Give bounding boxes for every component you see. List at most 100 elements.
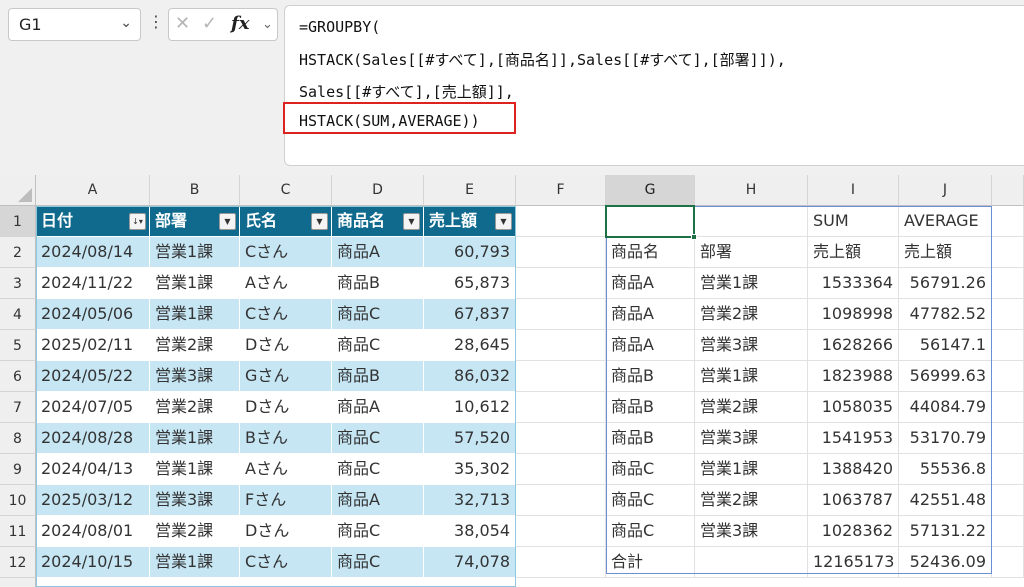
spill-cell[interactable]: 42551.48 <box>899 485 992 516</box>
spill-cell[interactable]: 部署 <box>695 237 808 268</box>
filter-dropdown-icon[interactable]: ▼ <box>403 213 420 230</box>
spill-cell[interactable]: 1028362 <box>808 516 899 547</box>
table-cell[interactable]: 商品A <box>332 237 424 268</box>
table-cell[interactable]: 86,032 <box>424 361 516 392</box>
spill-cell[interactable]: 営業2課 <box>695 299 808 330</box>
row-header-12[interactable]: 12 <box>0 547 36 578</box>
table-cell[interactable]: Dさん <box>240 516 332 547</box>
table-cell[interactable]: 商品C <box>332 330 424 361</box>
chevron-down-icon[interactable]: ⌄ <box>120 15 132 31</box>
spill-cell[interactable]: 売上額 <box>899 237 992 268</box>
table-cell[interactable]: Fさん <box>240 485 332 516</box>
empty-cell[interactable] <box>992 237 1024 268</box>
empty-cell[interactable] <box>992 423 1024 454</box>
table-cell[interactable]: 2024/05/06 <box>36 299 150 330</box>
empty-cell[interactable] <box>992 547 1024 578</box>
table-header-cell[interactable]: 売上額 ▼ <box>424 206 516 237</box>
sort-filter-icon[interactable]: ↓▾ <box>129 213 146 230</box>
table-cell[interactable]: 10,612 <box>424 392 516 423</box>
table-cell[interactable]: 商品C <box>332 454 424 485</box>
table-header-cell[interactable]: 日付 ↓▾ <box>36 206 150 237</box>
table-cell[interactable]: 営業2課 <box>150 516 240 547</box>
table-cell[interactable]: 商品A <box>332 485 424 516</box>
table-cell[interactable]: 65,873 <box>424 268 516 299</box>
spill-cell[interactable]: 55536.8 <box>899 454 992 485</box>
spill-cell[interactable]: 12165173 <box>808 547 899 578</box>
spill-cell[interactable]: 商品C <box>606 516 695 547</box>
table-cell[interactable]: Cさん <box>240 547 332 578</box>
empty-cell[interactable] <box>992 268 1024 299</box>
table-cell[interactable]: 営業1課 <box>150 268 240 299</box>
spill-cell[interactable]: 商品B <box>606 361 695 392</box>
column-header-h[interactable]: H <box>695 175 808 206</box>
table-cell[interactable]: 商品B <box>332 268 424 299</box>
spill-cell[interactable]: 営業3課 <box>695 516 808 547</box>
empty-cell[interactable] <box>516 237 606 268</box>
table-cell[interactable]: 28,645 <box>424 330 516 361</box>
table-cell[interactable]: 74,078 <box>424 547 516 578</box>
table-cell[interactable]: Cさん <box>240 237 332 268</box>
column-header-d[interactable]: D <box>332 175 424 206</box>
table-cell[interactable]: Cさん <box>240 299 332 330</box>
empty-cell[interactable] <box>992 299 1024 330</box>
table-cell[interactable]: 営業2課 <box>150 392 240 423</box>
empty-cell[interactable] <box>516 516 606 547</box>
table-cell[interactable] <box>332 578 424 587</box>
table-cell[interactable]: 商品B <box>332 361 424 392</box>
spill-cell[interactable]: 売上額 <box>808 237 899 268</box>
table-cell[interactable]: 2025/03/12 <box>36 485 150 516</box>
spill-cell[interactable]: 商品A <box>606 268 695 299</box>
empty-cell[interactable] <box>516 423 606 454</box>
empty-cell[interactable] <box>516 485 606 516</box>
table-cell[interactable]: 2024/07/05 <box>36 392 150 423</box>
table-cell[interactable] <box>240 578 332 587</box>
cancel-icon[interactable]: ✕ <box>175 13 190 34</box>
empty-cell[interactable] <box>516 361 606 392</box>
more-options-icon[interactable]: ⋮ <box>148 12 164 31</box>
table-cell[interactable]: 営業1課 <box>150 237 240 268</box>
column-header-extra[interactable] <box>992 175 1024 206</box>
row-header-8[interactable]: 8 <box>0 423 36 454</box>
table-cell[interactable]: Dさん <box>240 330 332 361</box>
empty-cell[interactable] <box>992 330 1024 361</box>
table-cell[interactable]: 営業1課 <box>150 423 240 454</box>
table-cell[interactable]: 商品C <box>332 423 424 454</box>
spill-cell[interactable]: 営業1課 <box>695 454 808 485</box>
column-header-e[interactable]: E <box>424 175 516 206</box>
row-header-4[interactable]: 4 <box>0 299 36 330</box>
empty-cell[interactable] <box>516 268 606 299</box>
spill-cell[interactable]: 1823988 <box>808 361 899 392</box>
table-header-cell[interactable]: 氏名 ▼ <box>240 206 332 237</box>
spill-cell[interactable]: 56147.1 <box>899 330 992 361</box>
spill-cell[interactable]: 営業1課 <box>695 361 808 392</box>
spill-cell[interactable]: 商品C <box>606 454 695 485</box>
spill-cell[interactable] <box>695 206 808 237</box>
row-header-2[interactable]: 2 <box>0 237 36 268</box>
table-cell[interactable]: 営業3課 <box>150 361 240 392</box>
check-icon[interactable]: ✓ <box>202 13 217 34</box>
spill-cell[interactable]: 商品C <box>606 485 695 516</box>
table-cell[interactable]: 営業1課 <box>150 454 240 485</box>
spill-cell[interactable]: 合計 <box>606 547 695 578</box>
spill-cell[interactable]: 1628266 <box>808 330 899 361</box>
table-cell[interactable]: Aさん <box>240 268 332 299</box>
row-header-1[interactable]: 1 <box>0 206 36 237</box>
spill-cell[interactable]: 52436.09 <box>899 547 992 578</box>
empty-cell[interactable] <box>992 392 1024 423</box>
spill-cell[interactable]: 47782.52 <box>899 299 992 330</box>
table-cell[interactable]: Gさん <box>240 361 332 392</box>
filter-dropdown-icon[interactable]: ▼ <box>495 213 512 230</box>
spill-cell[interactable]: 1098998 <box>808 299 899 330</box>
spill-cell[interactable]: 1063787 <box>808 485 899 516</box>
table-cell[interactable] <box>36 578 150 587</box>
spill-cell[interactable]: 1058035 <box>808 392 899 423</box>
table-cell[interactable]: 32,713 <box>424 485 516 516</box>
table-cell[interactable] <box>150 578 240 587</box>
table-header-cell[interactable]: 商品名 ▼ <box>332 206 424 237</box>
empty-cell[interactable] <box>992 485 1024 516</box>
spill-cell[interactable]: 営業3課 <box>695 423 808 454</box>
column-header-i[interactable]: I <box>808 175 899 206</box>
spill-cell[interactable]: 1533364 <box>808 268 899 299</box>
row-header-10[interactable]: 10 <box>0 485 36 516</box>
spill-cell[interactable]: 商品B <box>606 423 695 454</box>
